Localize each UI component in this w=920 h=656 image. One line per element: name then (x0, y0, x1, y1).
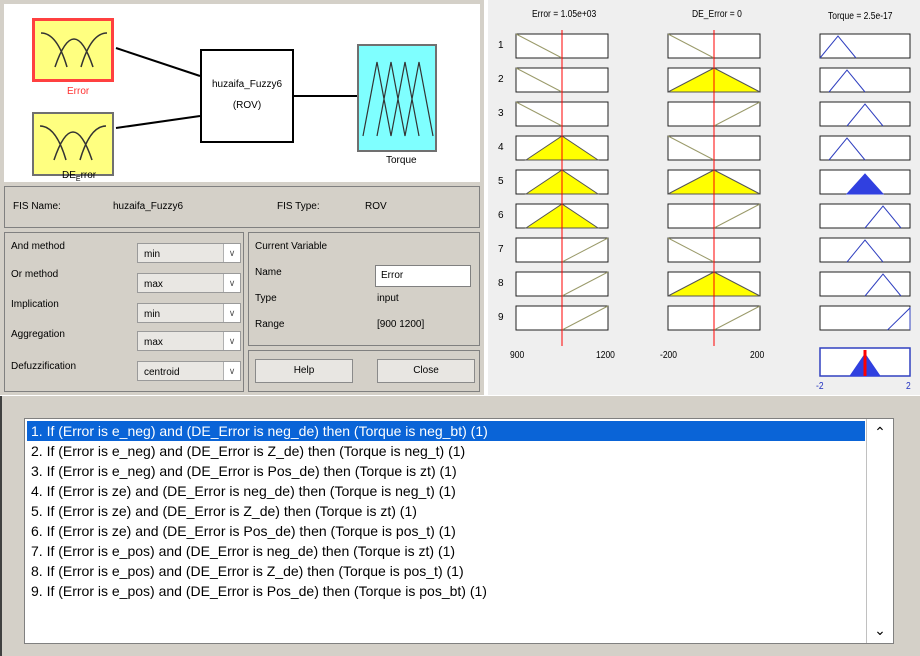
rule-row-number: 2 (498, 74, 504, 85)
torque-mf-plot (819, 271, 911, 297)
output-torque-box[interactable] (357, 44, 437, 152)
torque-mf-plot (819, 135, 911, 161)
torque-mf-plot (819, 305, 911, 331)
or-method-label: Or method (11, 269, 59, 280)
current-variable-title: Current Variable (255, 241, 328, 252)
implication-label: Implication (11, 299, 59, 310)
torque-axis-max: 2 (906, 381, 911, 392)
fis-diagram: Error DEError huzaifa_Fuzzy6 (ROV) Torqu… (4, 4, 480, 183)
de-error-mf-icon (40, 125, 106, 161)
defuzzification-label: Defuzzification (11, 361, 77, 372)
torque-axis-min: -2 (816, 381, 824, 392)
fis-editor: Error DEError huzaifa_Fuzzy6 (ROV) Torqu… (0, 0, 484, 395)
caret-up-icon[interactable]: ⌃ (867, 419, 893, 445)
current-variable-panel: Current Variable Name Error Type input R… (248, 232, 480, 346)
rule-item[interactable]: 3. If (Error is e_neg) and (DE_Error is … (27, 461, 865, 481)
caret-down-icon[interactable]: ⌄ (867, 617, 893, 643)
rule-item[interactable]: 8. If (Error is e_pos) and (DE_Error is … (27, 561, 865, 581)
fis-type-value: ROV (365, 201, 387, 212)
error-axis-min: 900 (510, 350, 525, 361)
methods-panel: And method min ∨ Or method max ∨ Implicati… (4, 232, 244, 392)
rule-item[interactable]: 4. If (Error is ze) and (DE_Error is neg… (27, 481, 865, 501)
fis-name-value: huzaifa_Fuzzy6 (113, 201, 184, 212)
torque-mf-plot (819, 237, 911, 263)
variable-range-label: Range (255, 319, 285, 330)
defuzzification-select[interactable]: centroid ∨ (137, 361, 241, 381)
or-method-select[interactable]: max ∨ (137, 273, 241, 293)
rule-item[interactable]: 2. If (Error is e_neg) and (DE_Error is … (27, 441, 865, 461)
rule-item[interactable]: 6. If (Error is ze) and (DE_Error is Pos… (27, 521, 865, 541)
rule-row-number: 9 (498, 312, 504, 323)
implication-select[interactable]: min ∨ (137, 303, 241, 323)
rule-viewer-plots (515, 30, 911, 377)
help-button[interactable]: Help (255, 359, 353, 383)
chevron-down-icon: ∨ (223, 362, 240, 380)
chevron-down-icon: ∨ (223, 274, 240, 292)
rule-row-number: 7 (498, 244, 504, 255)
output-torque-label: Torque (386, 155, 417, 166)
input-error-box[interactable] (32, 18, 114, 82)
variable-name-field[interactable]: Error (375, 265, 471, 287)
torque-mf-plot (819, 101, 911, 127)
fis-name-label: FIS Name: (13, 201, 61, 212)
chevron-down-icon: ∨ (223, 304, 240, 322)
rules-listbox[interactable]: 1. If (Error is e_neg) and (DE_Error is … (24, 418, 894, 644)
variable-type-value: input (377, 293, 399, 304)
system-type: (ROV) (232, 100, 262, 111)
torque-mf-plot (819, 203, 911, 229)
rules-scrollbar[interactable]: ⌃ ⌄ (866, 419, 893, 643)
torque-mf-plot (819, 67, 911, 93)
rule-row-number: 6 (498, 210, 504, 221)
rule-block[interactable]: huzaifa_Fuzzy6 (ROV) (200, 49, 294, 143)
rule-row-number: 1 (498, 40, 504, 51)
rule-row-number: 3 (498, 108, 504, 119)
input-de-error-label: DEError (62, 170, 97, 183)
buttons-panel: Help Close (248, 350, 480, 392)
rule-row-number: 4 (498, 142, 504, 153)
torque-mf-plot (819, 33, 911, 59)
aggregation-select[interactable]: max ∨ (137, 331, 241, 351)
fis-info-bar: FIS Name: huzaifa_Fuzzy6 FIS Type: ROV (4, 186, 480, 228)
input-error-label: Error (67, 86, 90, 97)
and-method-select[interactable]: min ∨ (137, 243, 241, 263)
error-axis-max: 1200 (596, 350, 615, 361)
rule-item[interactable]: 1. If (Error is e_neg) and (DE_Error is … (27, 421, 865, 441)
rule-viewer: Error = 1.05e+03 DE_Error = 0 Torque = 2… (488, 0, 920, 395)
chevron-down-icon: ∨ (223, 244, 240, 262)
rule-row-number: 8 (498, 278, 504, 289)
fis-type-label: FIS Type: (277, 201, 320, 212)
rule-item[interactable]: 5. If (Error is ze) and (DE_Error is Z_d… (27, 501, 865, 521)
error-mf-icon (41, 32, 107, 68)
aggregation-label: Aggregation (11, 329, 65, 340)
variable-type-label: Type (255, 293, 277, 304)
system-name: huzaifa_Fuzzy6 (211, 79, 283, 90)
input-de-error-box[interactable] (32, 112, 114, 176)
rule-item[interactable]: 9. If (Error is e_pos) and (DE_Error is … (27, 581, 865, 601)
variable-name-label: Name (255, 267, 282, 278)
chevron-down-icon: ∨ (223, 332, 240, 350)
variable-range-value: [900 1200] (377, 319, 425, 330)
rule-row-number: 5 (498, 176, 504, 187)
de-error-axis-max: 200 (750, 350, 765, 361)
rule-item[interactable]: 7. If (Error is e_pos) and (DE_Error is … (27, 541, 865, 561)
torque-mf-icon (362, 61, 434, 137)
de-error-axis-min: -200 (660, 350, 678, 361)
close-button[interactable]: Close (377, 359, 475, 383)
rules-panel: 1. If (Error is e_neg) and (DE_Error is … (0, 396, 920, 656)
and-method-label: And method (11, 241, 65, 252)
